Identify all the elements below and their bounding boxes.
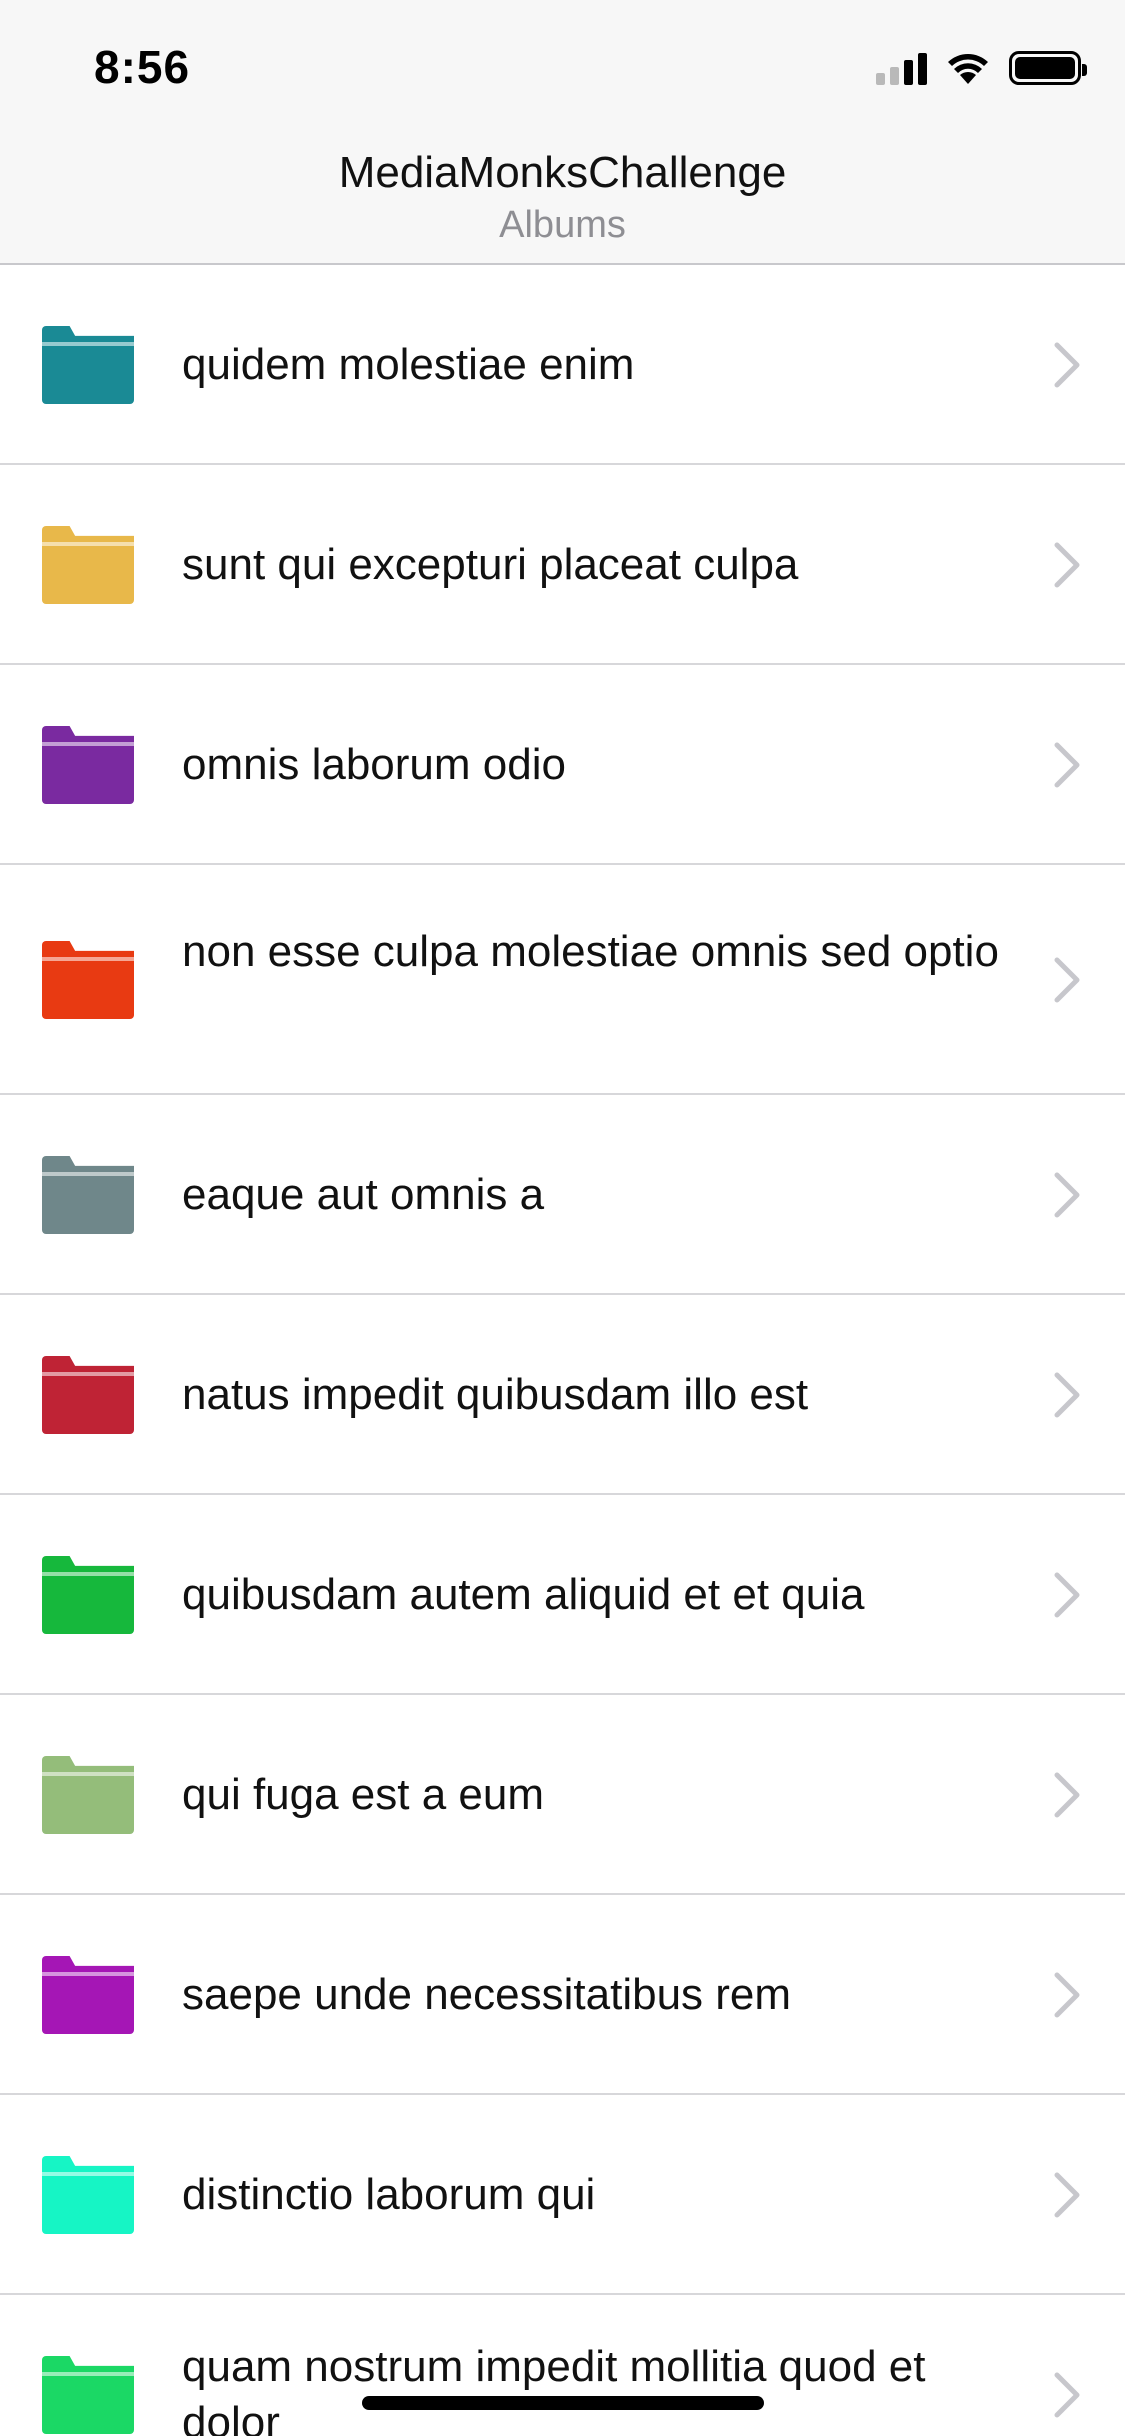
nav-title: MediaMonksChallenge xyxy=(338,148,787,197)
folder-icon xyxy=(42,526,134,604)
chevron-right-icon xyxy=(1054,742,1080,788)
album-row[interactable]: sunt qui excepturi placeat culpa xyxy=(0,465,1125,665)
album-title: sunt qui excepturi placeat culpa xyxy=(182,540,799,589)
folder-icon xyxy=(42,326,134,404)
folder-icon xyxy=(42,1356,134,1434)
navigation-bar: 8:56 MediaMonksChallenge Albums xyxy=(0,0,1125,265)
folder-icon xyxy=(42,941,134,1019)
folder-icon xyxy=(42,1956,134,2034)
chevron-right-icon xyxy=(1054,1572,1080,1618)
folder-icon xyxy=(42,1156,134,1234)
album-title: natus impedit quibusdam illo est xyxy=(182,1370,809,1419)
album-row[interactable]: eaque aut omnis a xyxy=(0,1095,1125,1295)
battery-icon xyxy=(1009,51,1087,85)
chevron-right-icon xyxy=(1054,2372,1080,2418)
chevron-right-icon xyxy=(1054,957,1080,1003)
status-time: 8:56 xyxy=(94,41,191,93)
chevron-right-icon xyxy=(1054,1372,1080,1418)
album-list-screen: 8:56 MediaMonksChallenge Albums quidem m… xyxy=(0,0,1125,2436)
home-indicator[interactable] xyxy=(362,2396,764,2410)
album-title: eaque aut omnis a xyxy=(182,1170,545,1219)
cellular-signal-icon xyxy=(876,51,927,85)
album-row[interactable]: omnis laborum odio xyxy=(0,665,1125,865)
wifi-icon xyxy=(945,51,991,85)
chevron-right-icon xyxy=(1054,1972,1080,2018)
folder-icon xyxy=(42,2356,134,2434)
album-row[interactable]: distinctio laborum qui xyxy=(0,2095,1125,2295)
album-row[interactable]: quam nostrum impedit mollitia quod et do… xyxy=(0,2295,1125,2436)
chevron-right-icon xyxy=(1054,542,1080,588)
album-title: quibusdam autem aliquid et et quia xyxy=(182,1570,865,1619)
folder-icon xyxy=(42,726,134,804)
album-title: saepe unde necessitatibus rem xyxy=(182,1970,792,2019)
album-title: quidem molestiae enim xyxy=(182,340,635,389)
album-title: qui fuga est a eum xyxy=(182,1770,545,1819)
album-row[interactable]: natus impedit quibusdam illo est xyxy=(0,1295,1125,1495)
album-title: quam nostrum impedit mollitia quod et do… xyxy=(182,2342,926,2436)
album-row[interactable]: quidem molestiae enim xyxy=(0,265,1125,465)
folder-icon xyxy=(42,1756,134,1834)
chevron-right-icon xyxy=(1054,1772,1080,1818)
status-icons xyxy=(876,48,1087,88)
album-title: omnis laborum odio xyxy=(182,740,566,789)
album-row[interactable]: qui fuga est a eum xyxy=(0,1695,1125,1895)
chevron-right-icon xyxy=(1054,342,1080,388)
album-row[interactable]: quibusdam autem aliquid et et quia xyxy=(0,1495,1125,1695)
album-title: distinctio laborum qui xyxy=(182,2170,596,2219)
album-row[interactable]: non esse culpa molestiae omnis sed optio xyxy=(0,865,1125,1095)
album-row[interactable]: saepe unde necessitatibus rem xyxy=(0,1895,1125,2095)
album-title: non esse culpa molestiae omnis sed optio xyxy=(182,927,999,976)
albums-table: quidem molestiae enim sunt qui excepturi … xyxy=(0,265,1125,2436)
chevron-right-icon xyxy=(1054,1172,1080,1218)
nav-subtitle: Albums xyxy=(499,204,626,246)
folder-icon xyxy=(42,1556,134,1634)
chevron-right-icon xyxy=(1054,2172,1080,2218)
folder-icon xyxy=(42,2156,134,2234)
